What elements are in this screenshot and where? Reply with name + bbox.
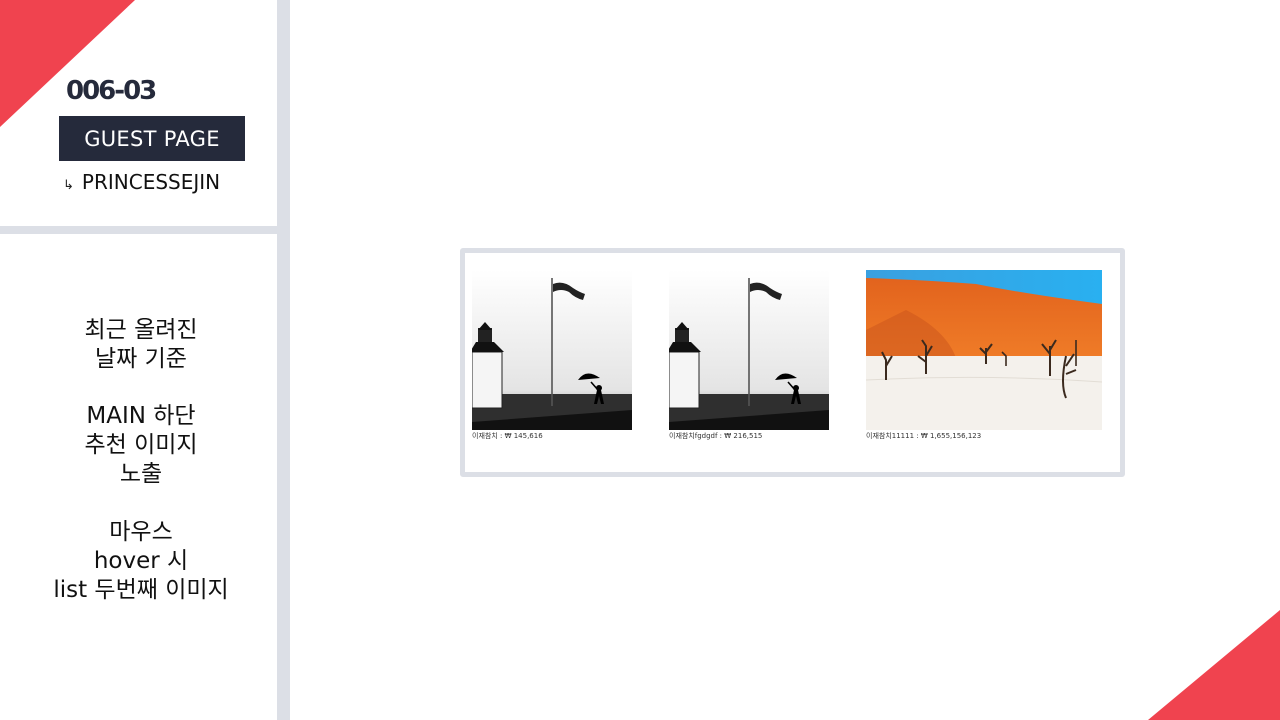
lighthouse-flag-photo-icon (472, 270, 632, 430)
product-thumbnail-desert[interactable] (866, 270, 1102, 430)
product-thumbnail-lighthouse[interactable] (669, 270, 829, 430)
description-line: list 두번째 이미지 (53, 577, 229, 603)
product-caption: 이재참치fgdgdf : ₩ 216,515 (669, 432, 763, 440)
description-line: MAIN 하단 (86, 403, 196, 429)
corner-accent-bottom-right (1148, 610, 1280, 720)
product-gallery: 이재참치 : ₩ 145,616 이재참치fgdgdf: ₩ 216,515 … (460, 248, 1125, 477)
product-caption: 이재참치 : ₩ 145,616 (472, 432, 543, 440)
description-line: 최근 올려진 (84, 317, 198, 343)
author-name: PRINCESSEJIN (81, 170, 221, 194)
author-line: ↳ PRINCESSEJIN (63, 170, 220, 194)
sidebar-divider-horizontal (0, 226, 280, 234)
page-code: 006-03 (66, 76, 157, 106)
description-block-recent: 최근 올려진 날짜 기준 (0, 316, 282, 374)
lighthouse-flag-photo-icon (669, 270, 829, 430)
description-block-hover: 마우스 hover 시 list 두번째 이미지 (0, 518, 282, 605)
description-line: hover 시 (93, 548, 189, 574)
product-caption: 이재참치11111 : ₩ 1,655,156,123 (866, 432, 982, 440)
desert-dune-photo-icon (866, 270, 1102, 430)
corner-accent-top-left (0, 0, 135, 127)
product-thumbnail-lighthouse[interactable] (472, 270, 632, 430)
description-line: 마우스 (109, 519, 173, 545)
description-line: 추천 이미지 (84, 432, 198, 458)
description-line: 날짜 기준 (95, 346, 187, 372)
description-block-main: MAIN 하단 추천 이미지 노출 (0, 402, 282, 489)
return-arrow-icon: ↳ (63, 178, 74, 193)
description-line: 노출 (119, 461, 163, 487)
